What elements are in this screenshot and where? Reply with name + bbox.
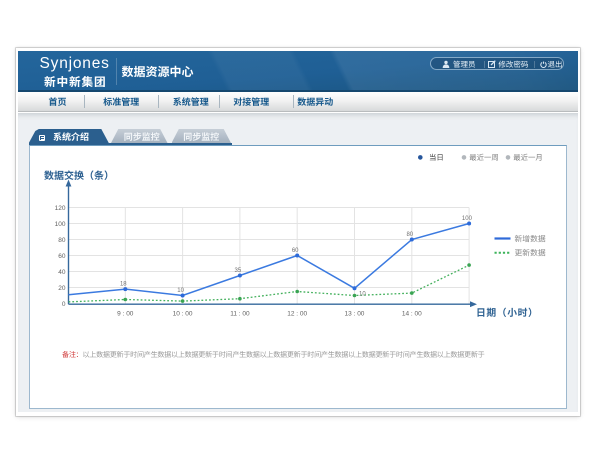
svg-text:60: 60 [58, 250, 66, 260]
svg-text:18: 18 [120, 279, 127, 288]
svg-text:120: 120 [55, 202, 66, 212]
svg-text:9 : 00: 9 : 00 [117, 308, 134, 318]
svg-text:10: 10 [177, 285, 184, 294]
svg-text:60: 60 [292, 245, 299, 254]
svg-text:日期（小时）: 日期（小时） [476, 305, 538, 319]
svg-text:0: 0 [62, 298, 66, 308]
svg-text:13 : 00: 13 : 00 [345, 308, 365, 318]
svg-text:最近一周: 最近一周 [469, 152, 499, 163]
svg-text:80: 80 [406, 229, 413, 238]
svg-text:最近一月: 最近一月 [513, 152, 543, 163]
svg-text:更新数据: 更新数据 [515, 248, 546, 259]
svg-text:14 : 00: 14 : 00 [402, 308, 422, 318]
svg-text:20: 20 [58, 282, 66, 292]
svg-text:100: 100 [55, 218, 66, 228]
svg-text:10 : 00: 10 : 00 [173, 308, 193, 318]
svg-text:11 : 00: 11 : 00 [230, 308, 250, 318]
svg-text:当日: 当日 [429, 152, 444, 163]
svg-text:80: 80 [58, 234, 66, 244]
svg-text:100: 100 [462, 213, 473, 222]
svg-text:数据交换（条）: 数据交换（条） [44, 167, 114, 182]
svg-text:10: 10 [359, 289, 366, 298]
svg-text:12 : 00: 12 : 00 [287, 308, 307, 318]
svg-text:40: 40 [58, 266, 66, 276]
svg-text:新增数据: 新增数据 [515, 233, 546, 244]
svg-text:35: 35 [235, 265, 242, 274]
